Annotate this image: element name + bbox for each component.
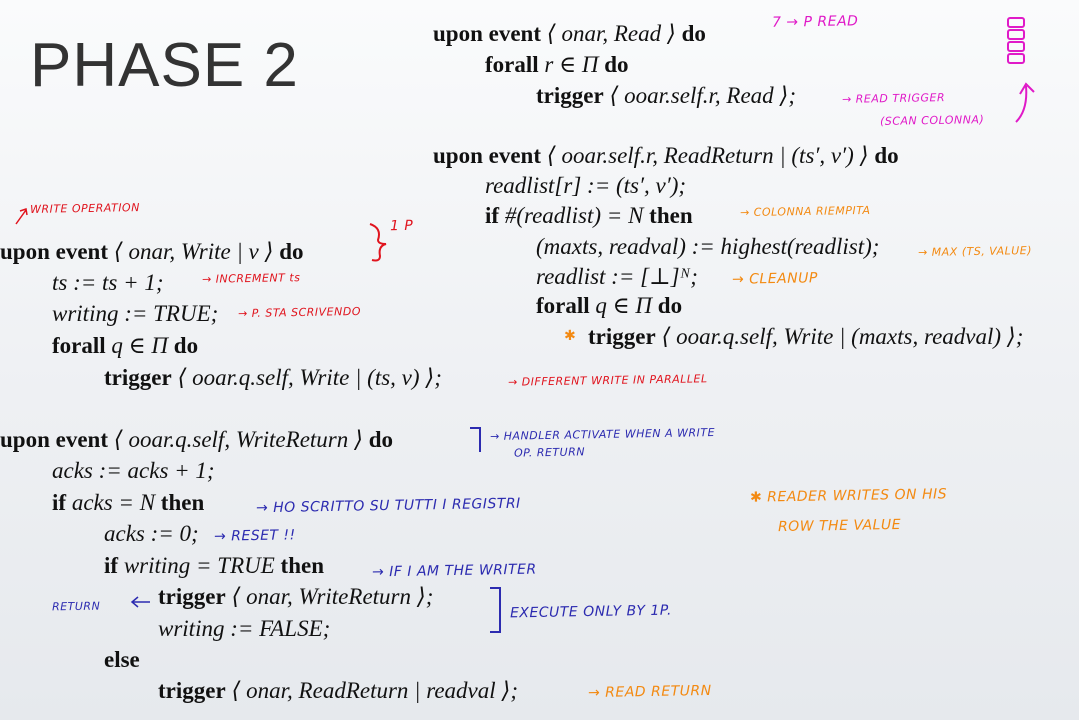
bracket-icon xyxy=(490,587,501,633)
code-line: trigger ⟨ ooar.self.r, Read ⟩; xyxy=(536,83,797,108)
annotation-if-writer: → IF I AM THE WRITER xyxy=(371,561,537,581)
code-line: trigger ⟨ onar, ReadReturn | readval ⟩; xyxy=(158,678,519,703)
code-line: upon event ⟨ onar, Write | v ⟩ do xyxy=(0,239,304,264)
annotation-increment-ts: → INCREMENT ts xyxy=(201,271,301,286)
annotation-p-read: 7 → P READ xyxy=(771,13,859,31)
code-line: forall q ∈ Π do xyxy=(52,333,199,358)
annotation-row-value: ROW THE VALUE xyxy=(777,516,902,536)
code-line: readlist := [⊥]ᴺ; xyxy=(536,264,698,289)
code-line: trigger ⟨ ooar.q.self, Write | (maxts, r… xyxy=(588,324,1024,349)
bracket-icon xyxy=(470,427,481,452)
code-line: if writing = TRUE then xyxy=(104,553,324,578)
arrow-icon xyxy=(15,208,28,225)
code-line: trigger ⟨ onar, WriteReturn ⟩; xyxy=(158,584,434,609)
code-line: writing := TRUE; xyxy=(52,301,219,326)
annotation-op-return: OP. RETURN xyxy=(513,445,586,460)
annotation-p-sta-scrivendo: → P. STA SCRIVENDO xyxy=(237,304,362,321)
code-line: trigger ⟨ ooar.q.self, Write | (ts, v) ⟩… xyxy=(104,365,442,390)
code-line: forall q ∈ Π do xyxy=(536,293,683,318)
annotation-return: RETURN xyxy=(51,599,101,614)
annotation-max: → MAX (TS, VALUE) xyxy=(917,244,1033,259)
annotation-reader-writes: ✱ READER WRITES ON HIS xyxy=(749,486,948,506)
code-line: if acks = N then xyxy=(52,490,205,515)
code-line: else xyxy=(104,647,140,672)
arrow-left-icon xyxy=(130,596,150,608)
annotation-colonna-riempita: → COLONNA RIEMPITA xyxy=(739,203,871,220)
code-line: upon event ⟨ ooar.q.self, WriteReturn ⟩ … xyxy=(0,427,394,452)
annotation-execute-only: EXECUTE ONLY BY 1P. xyxy=(509,602,672,622)
stacked-boxes-icon xyxy=(1007,17,1025,64)
code-line: readlist[r] := (ts′, v′); xyxy=(485,173,687,198)
code-line: ts := ts + 1; xyxy=(52,270,164,295)
annotation-reset: → RESET !! xyxy=(213,527,296,545)
arrow-up-icon xyxy=(1015,82,1035,123)
annotation-one-p: 1 P xyxy=(389,217,414,235)
annotation-different-write: → DIFFERENT WRITE IN PARALLEL xyxy=(507,372,708,389)
code-line: acks := acks + 1; xyxy=(52,458,215,483)
code-line: forall r ∈ Π do xyxy=(485,52,629,77)
code-line: acks := 0; xyxy=(104,521,199,546)
annotation-ho-scritto: → HO SCRITTO SU TUTTI I REGISTRI xyxy=(255,495,521,517)
annotation-write-operation: WRITE OPERATION xyxy=(29,201,140,216)
code-line: upon event ⟨ onar, Read ⟩ do xyxy=(433,21,706,46)
code-line: if #(readlist) = N then xyxy=(485,203,693,228)
code-line: upon event ⟨ ooar.self.r, ReadReturn | (… xyxy=(433,143,899,168)
annotation-read-return: → READ RETURN xyxy=(587,682,712,702)
brace-icon xyxy=(369,223,387,262)
code-line: writing := FALSE; xyxy=(158,616,331,641)
annotation-handler: → HANDLER ACTIVATE WHEN A WRITE xyxy=(489,426,716,443)
annotation-scan-colonna: (SCAN COLONNA) xyxy=(879,113,985,128)
annotation-cleanup: → CLEANUP xyxy=(731,270,818,288)
annotation-read-trigger: → READ TRIGGER xyxy=(841,91,946,106)
star-mark: ✱ xyxy=(563,327,577,345)
slide-title: PHASE 2 xyxy=(30,31,299,100)
code-line: (maxts, readval) := highest(readlist); xyxy=(536,234,880,259)
